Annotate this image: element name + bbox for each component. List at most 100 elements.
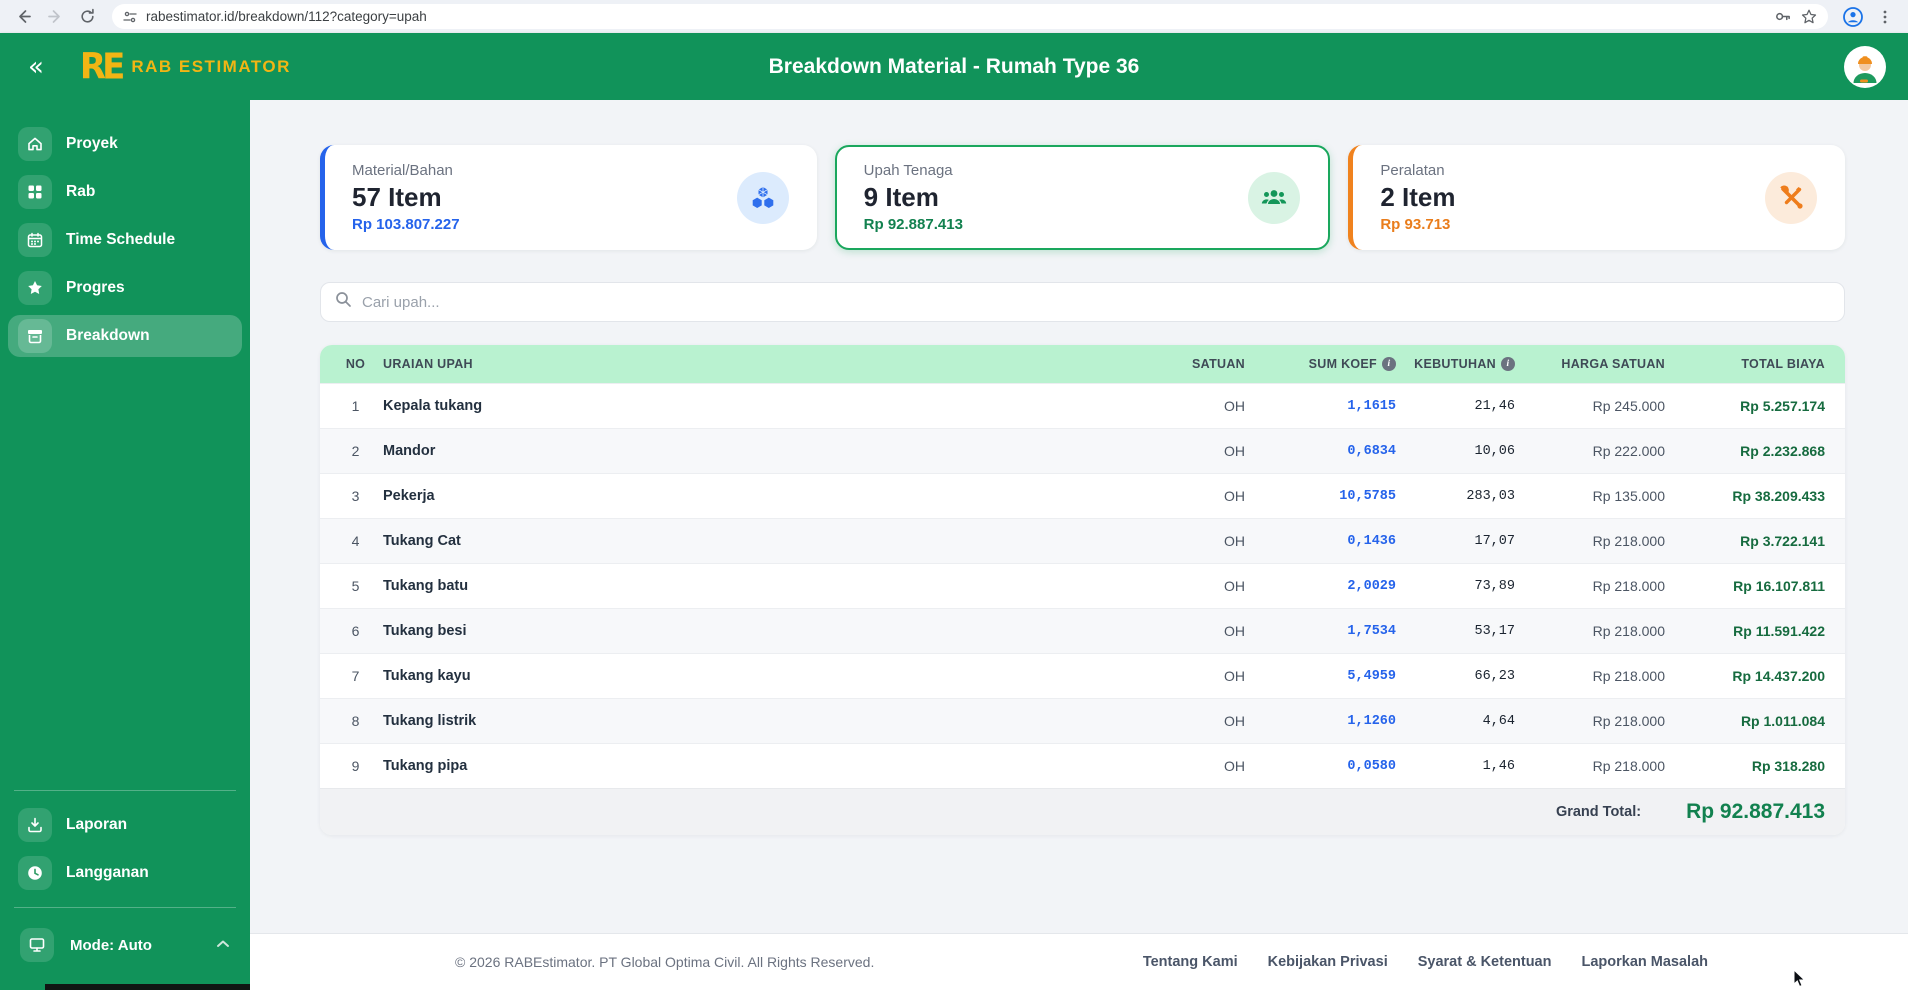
row-number: 6: [351, 623, 360, 639]
footer-link[interactable]: Kebijakan Privasi: [1268, 954, 1388, 970]
info-icon[interactable]: i: [1382, 357, 1396, 371]
table-row: 1 Kepala tukang OH 1,1615 21,46 Rp 245.0…: [320, 383, 1845, 428]
back-icon[interactable]: [10, 4, 36, 30]
row-kebutuhan: 4,64: [1482, 713, 1515, 729]
mode-toggle[interactable]: Mode: Auto: [8, 922, 242, 968]
brand: RE RAB ESTIMATOR: [79, 45, 291, 88]
column-header-total-biaya: TOTAL BIAYA: [1741, 357, 1825, 371]
row-number: 5: [351, 578, 360, 594]
row-kebutuhan: 21,46: [1474, 398, 1515, 414]
row-total-biaya: Rp 11.591.422: [1733, 623, 1825, 639]
mode-label: Mode: Auto: [70, 936, 152, 954]
card-label: Material/Bahan: [352, 162, 453, 179]
forward-icon[interactable]: [42, 4, 68, 30]
monitor-icon: [20, 928, 54, 962]
grand-total-row: Grand Total: Rp 92.887.413: [320, 788, 1845, 835]
row-harga-satuan: Rp 218.000: [1592, 533, 1665, 549]
home-icon: [18, 127, 52, 161]
reload-icon[interactable]: [74, 4, 100, 30]
footer-link[interactable]: Tentang Kami: [1143, 954, 1238, 970]
footer-link[interactable]: Laporkan Masalah: [1581, 954, 1708, 970]
card-label: Upah Tenaga: [863, 162, 953, 179]
row-harga-satuan: Rp 218.000: [1592, 713, 1665, 729]
row-total-biaya: Rp 5.257.174: [1740, 398, 1825, 414]
row-total-biaya: Rp 38.209.433: [1732, 488, 1825, 504]
grand-total-value: Rp 92.887.413: [1686, 800, 1825, 823]
row-unit: OH: [1224, 488, 1245, 504]
sidebar-item-time-schedule[interactable]: Time Schedule: [8, 219, 242, 261]
sidebar-item-rab[interactable]: Rab: [8, 171, 242, 213]
row-kebutuhan: 73,89: [1474, 578, 1515, 594]
row-total-biaya: Rp 1.011.084: [1740, 713, 1825, 729]
row-harga-satuan: Rp 218.000: [1592, 668, 1665, 684]
row-total-biaya: Rp 318.280: [1751, 758, 1825, 774]
table-header-row: NO URAIAN UPAH SATUAN SUM KOEF i KEBUTUHA…: [320, 345, 1845, 383]
archive-icon: [18, 319, 52, 353]
row-sum-koef: 0,1436: [1347, 533, 1396, 549]
row-unit: OH: [1224, 668, 1245, 684]
calendar-icon: [18, 223, 52, 257]
card-amount: Rp 103.807.227: [352, 216, 460, 233]
sidebar-item-label: Rab: [66, 183, 96, 200]
row-total-biaya: Rp 2.232.868: [1740, 443, 1825, 459]
star-icon: [18, 271, 52, 305]
row-number: 1: [351, 398, 360, 414]
row-unit: OH: [1224, 713, 1245, 729]
row-name: Tukang Cat: [383, 533, 461, 549]
card-peralatan[interactable]: Peralatan 2 Item Rp 93.713: [1348, 145, 1846, 250]
bookmark-star-icon[interactable]: [1800, 8, 1818, 26]
browser-menu-icon[interactable]: [1872, 4, 1898, 30]
row-sum-koef: 10,5785: [1339, 488, 1396, 504]
row-name: Tukang listrik: [383, 713, 477, 729]
row-harga-satuan: Rp 218.000: [1592, 623, 1665, 639]
app-logo: RE: [79, 45, 125, 88]
row-sum-koef: 5,4959: [1347, 668, 1396, 684]
card-label: Peralatan: [1380, 162, 1445, 179]
table-row: 5 Tukang batu OH 2,0029 73,89 Rp 218.000…: [320, 563, 1845, 608]
table-row: 2 Mandor OH 0,6834 10,06 Rp 222.000 Rp 2…: [320, 428, 1845, 473]
summary-cards: Material/Bahan 57 Item Rp 103.807.227 Up…: [320, 145, 1846, 250]
address-bar[interactable]: rabestimator.id/breakdown/112?category=u…: [112, 4, 1828, 29]
site-info-icon[interactable]: [122, 9, 138, 25]
search-bar: [320, 282, 1845, 322]
search-input[interactable]: [362, 293, 1830, 311]
sidebar: Proyek Rab Time Schedule Progres Breakdo: [0, 100, 250, 990]
table-row: 9 Tukang pipa OH 0,0580 1,46 Rp 218.000 …: [320, 743, 1845, 788]
row-total-biaya: Rp 16.107.811: [1733, 578, 1825, 594]
profile-icon[interactable]: [1840, 4, 1866, 30]
download-icon: [18, 808, 52, 842]
row-number: 2: [351, 443, 360, 459]
card-amount: Rp 93.713: [1380, 216, 1451, 233]
sidebar-item-langganan[interactable]: Langganan: [8, 852, 242, 894]
row-kebutuhan: 17,07: [1474, 533, 1515, 549]
row-name: Tukang kayu: [383, 668, 471, 684]
row-kebutuhan: 283,03: [1466, 488, 1515, 504]
table-row: 3 Pekerja OH 10,5785 283,03 Rp 135.000 R…: [320, 473, 1845, 518]
sidebar-collapse-icon[interactable]: «: [22, 54, 50, 80]
row-unit: OH: [1224, 533, 1245, 549]
row-kebutuhan: 53,17: [1474, 623, 1515, 639]
password-key-icon[interactable]: [1773, 7, 1792, 26]
row-number: 8: [351, 713, 360, 729]
user-avatar[interactable]: [1844, 45, 1886, 88]
sidebar-item-breakdown[interactable]: Breakdown: [8, 315, 242, 357]
url-text[interactable]: rabestimator.id/breakdown/112?category=u…: [146, 9, 1765, 24]
column-header-sum-koef: SUM KOEF i: [1245, 357, 1396, 371]
row-name: Kepala tukang: [383, 398, 483, 414]
search-icon: [335, 291, 352, 313]
copyright-text: © 2026 RABEstimator. PT Global Optima Ci…: [455, 954, 875, 970]
column-header-harga-satuan: HARGA SATUAN: [1561, 357, 1665, 371]
sidebar-item-label: Langganan: [66, 864, 149, 881]
footer-link[interactable]: Syarat & Ketentuan: [1418, 954, 1552, 970]
tools-icon: [1765, 171, 1818, 224]
card-upah-tenaga[interactable]: Upah Tenaga 9 Item Rp 92.887.413: [834, 145, 1331, 250]
sidebar-item-progres[interactable]: Progres: [8, 267, 242, 309]
sidebar-item-laporan[interactable]: Laporan: [8, 804, 242, 846]
info-icon[interactable]: i: [1501, 357, 1515, 371]
row-sum-koef: 1,1615: [1347, 398, 1396, 414]
table-row: 4 Tukang Cat OH 0,1436 17,07 Rp 218.000 …: [320, 518, 1845, 563]
row-kebutuhan: 10,06: [1474, 443, 1515, 459]
app-header: « RE RAB ESTIMATOR Breakdown Material - …: [0, 33, 1908, 100]
sidebar-item-proyek[interactable]: Proyek: [8, 123, 242, 165]
card-material-bahan[interactable]: Material/Bahan 57 Item Rp 103.807.227: [320, 145, 817, 250]
